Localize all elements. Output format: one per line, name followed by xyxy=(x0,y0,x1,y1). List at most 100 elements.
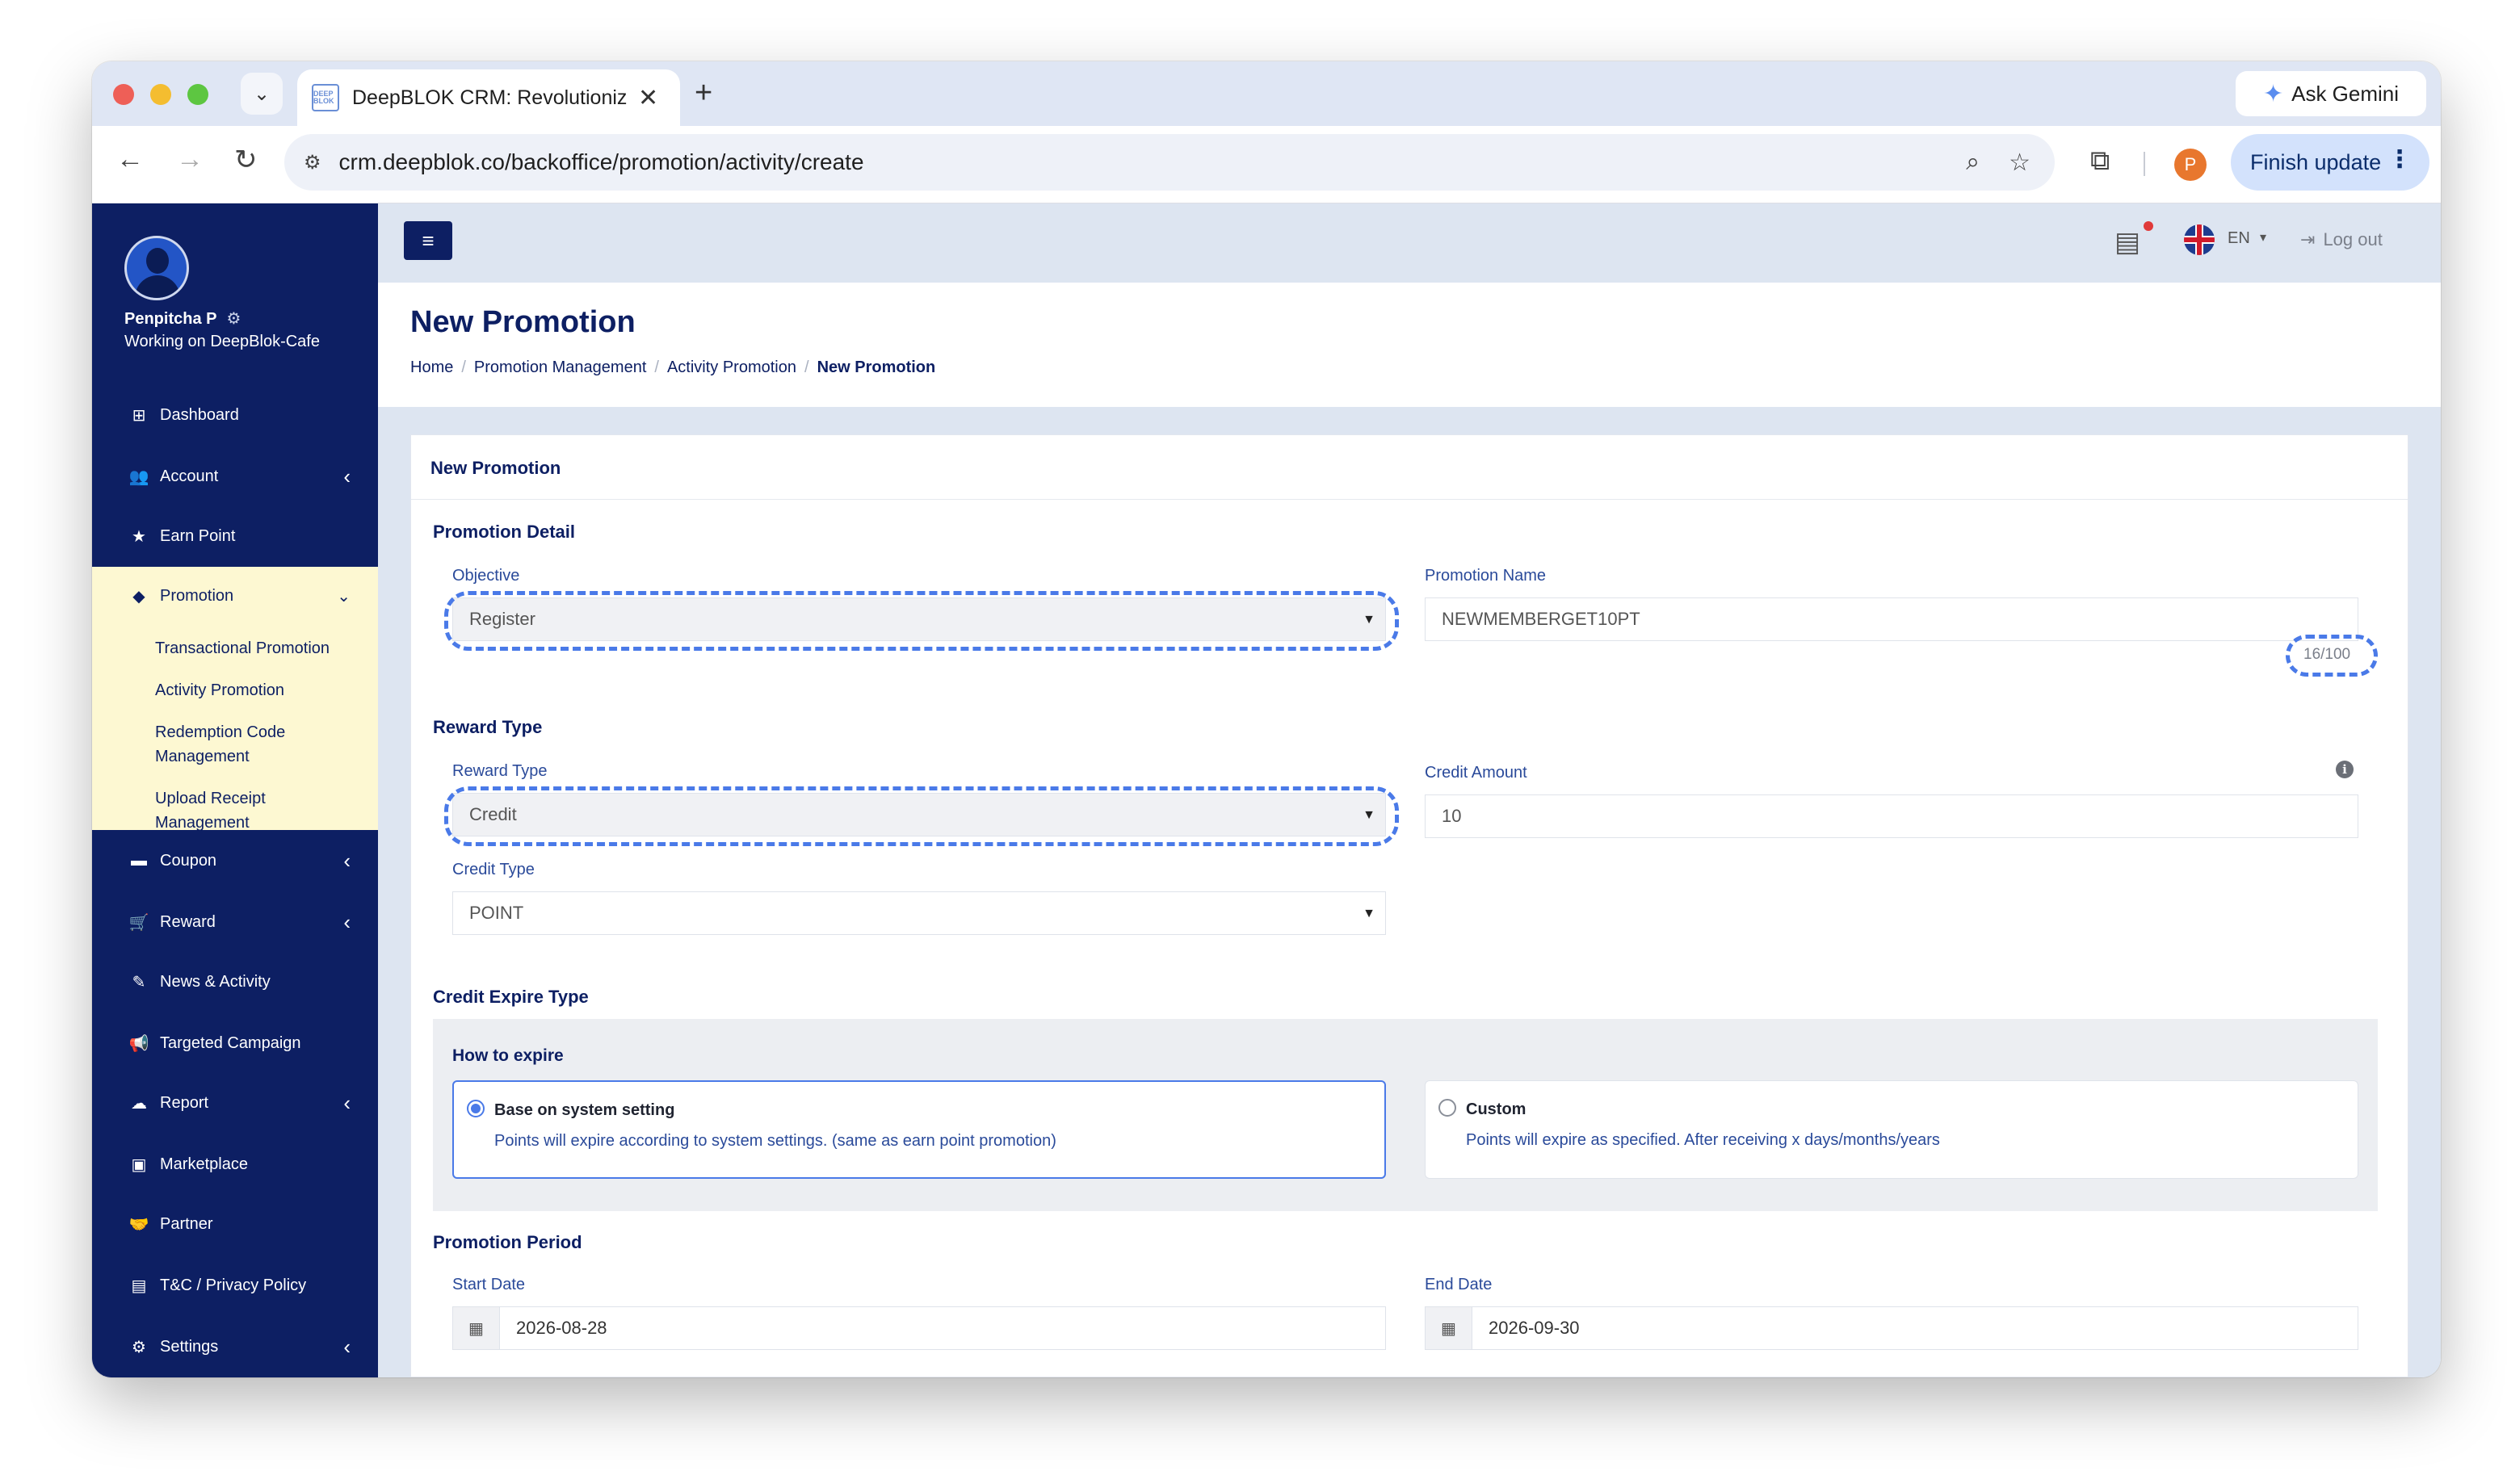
language-selector[interactable]: EN xyxy=(2228,229,2250,248)
calendar-icon[interactable]: ▦ xyxy=(453,1307,500,1349)
sidebar-item-dashboard[interactable]: ⊞ Dashboard xyxy=(92,386,378,444)
sidebar-item-marketplace[interactable]: ▣ Marketplace xyxy=(92,1135,378,1193)
sidebar-subitem-upload-receipt[interactable]: Upload Receipt Management xyxy=(155,786,357,835)
extensions-icon[interactable]: ⧉ xyxy=(2090,145,2110,177)
end-date-input[interactable]: ▦ 2026-09-30 xyxy=(1425,1306,2358,1350)
breadcrumb-activity-promotion[interactable]: Activity Promotion xyxy=(667,358,796,377)
start-date-input[interactable]: ▦ 2026-08-28 xyxy=(452,1306,1386,1350)
sidebar-item-coupon[interactable]: ▬ Coupon ‹ xyxy=(92,832,378,890)
credit-amount-input[interactable]: 10 xyxy=(1425,794,2358,838)
sidebar-item-label: Partner xyxy=(160,1214,213,1233)
reload-icon[interactable]: ↻ xyxy=(234,144,258,176)
url-text[interactable]: crm.deepblok.co/backoffice/promotion/act… xyxy=(339,149,864,175)
hamburger-icon: ≡ xyxy=(422,228,435,253)
how-to-expire-label: How to expire xyxy=(452,1046,564,1065)
start-date-label: Start Date xyxy=(452,1276,526,1293)
calendar-icon[interactable]: ▦ xyxy=(1426,1307,1472,1349)
breadcrumb-separator: / xyxy=(804,358,809,376)
credit-type-select[interactable]: POINT ▼ xyxy=(452,891,1386,935)
avatar-head-shape xyxy=(146,248,169,274)
file-icon: ▤ xyxy=(131,1276,147,1295)
bookmark-star-icon[interactable]: ☆ xyxy=(2009,149,2030,177)
promotion-name-value: NEWMEMBERGET10PT xyxy=(1442,609,1640,629)
news-icon[interactable]: ▤ xyxy=(2114,226,2140,258)
dashboard-icon: ⊞ xyxy=(132,406,146,425)
info-icon[interactable]: i xyxy=(2336,761,2354,778)
sidebar-item-label: Marketplace xyxy=(160,1155,248,1173)
zoom-icon[interactable]: ⌕ xyxy=(1966,149,1980,177)
address-bar[interactable]: ⚙ crm.deepblok.co/backoffice/promotion/a… xyxy=(284,134,2055,191)
site-settings-icon[interactable]: ⚙ xyxy=(304,151,321,174)
sidebar-subitem-transactional-promotion[interactable]: Transactional Promotion xyxy=(155,636,357,660)
ask-gemini-button[interactable]: ✦ Ask Gemini xyxy=(2236,71,2426,116)
sidebar-item-partner[interactable]: 🤝 Partner xyxy=(92,1195,378,1253)
credit-amount-label: Credit Amount xyxy=(1425,764,1527,782)
breadcrumb-separator: / xyxy=(461,358,466,376)
sidebar-item-label: News & Activity xyxy=(160,972,271,991)
tab-close-icon[interactable]: ✕ xyxy=(638,84,658,112)
objective-label: Objective xyxy=(452,567,520,585)
page-header: New Promotion Home / Promotion Managemen… xyxy=(378,283,2441,407)
megaphone-icon: 📢 xyxy=(128,1034,149,1053)
promotion-name-input[interactable]: NEWMEMBERGET10PT xyxy=(1425,597,2358,641)
sidebar-item-settings[interactable]: ⚙ Settings ‹ xyxy=(92,1318,378,1376)
user-avatar[interactable] xyxy=(124,236,189,300)
breadcrumb: Home / Promotion Management / Activity P… xyxy=(410,358,935,377)
menu-toggle-button[interactable]: ≡ xyxy=(404,221,452,260)
back-arrow-icon[interactable]: ← xyxy=(116,144,144,175)
forward-arrow-icon[interactable]: → xyxy=(176,144,204,175)
section-promotion-period: Promotion Period xyxy=(433,1232,582,1252)
notification-dot xyxy=(2144,221,2153,231)
start-date-value: 2026-08-28 xyxy=(516,1318,607,1338)
option-custom-desc: Points will expire as specified. After r… xyxy=(1466,1131,1940,1149)
breadcrumb-separator: / xyxy=(654,358,659,376)
logout-button[interactable]: ⇥ Log out xyxy=(2300,229,2383,250)
sidebar-item-account[interactable]: 👥 Account ‹ xyxy=(92,447,378,505)
option-system-desc: Points will expire according to system s… xyxy=(494,1132,1056,1150)
minimize-window-button[interactable] xyxy=(150,84,171,105)
card-header: New Promotion xyxy=(411,435,2408,500)
sidebar-item-promotion[interactable]: ◆ Promotion ⌄ xyxy=(92,567,378,625)
sidebar-subitem-activity-promotion[interactable]: Activity Promotion xyxy=(155,678,357,702)
caret-down-icon[interactable]: ▾ xyxy=(2260,229,2266,245)
maximize-window-button[interactable] xyxy=(187,84,208,105)
breadcrumb-promotion-management[interactable]: Promotion Management xyxy=(474,358,646,377)
highlight-objective xyxy=(444,591,1399,651)
radio-custom[interactable] xyxy=(1438,1099,1456,1117)
sidebar-item-label: Coupon xyxy=(160,851,217,870)
uk-flag-icon[interactable] xyxy=(2184,224,2215,255)
star-icon: ★ xyxy=(132,527,146,546)
promotion-submenu: Transactional Promotion Activity Promoti… xyxy=(92,625,378,832)
sidebar-item-targeted-campaign[interactable]: 📢 Targeted Campaign xyxy=(92,1014,378,1072)
expire-option-system[interactable]: Base on system setting Points will expir… xyxy=(452,1080,1386,1179)
sidebar-item-label: Reward xyxy=(160,912,216,931)
cart-icon: 🛒 xyxy=(128,913,149,932)
tab-search-button[interactable]: ⌄ xyxy=(241,73,283,115)
close-window-button[interactable] xyxy=(113,84,134,105)
sidebar-item-reward[interactable]: 🛒 Reward ‹ xyxy=(92,893,378,951)
sidebar-item-tc-privacy[interactable]: ▤ T&C / Privacy Policy xyxy=(92,1256,378,1314)
tag-icon: ◆ xyxy=(132,587,145,606)
sidebar: Penpitcha P ⚙ Working on DeepBlok-Cafe ⊞ … xyxy=(92,203,378,1377)
new-tab-button[interactable]: + xyxy=(695,76,712,111)
sidebar-item-earn-point[interactable]: ★ Earn Point xyxy=(92,507,378,565)
flag-stripe xyxy=(2197,224,2202,255)
credit-type-value: POINT xyxy=(469,903,524,923)
breadcrumb-current: New Promotion xyxy=(817,358,936,376)
user-settings-icon[interactable]: ⚙ xyxy=(226,310,241,328)
sidebar-item-label: Settings xyxy=(160,1337,219,1356)
finish-update-button[interactable]: Finish update ⋮ xyxy=(2231,134,2429,191)
logout-icon: ⇥ xyxy=(2300,229,2316,249)
sidebar-item-label: Dashboard xyxy=(160,405,239,424)
breadcrumb-home[interactable]: Home xyxy=(410,358,453,377)
browser-tab[interactable]: DEEP BLOK DeepBLOK CRM: Revolutioniz ✕ xyxy=(297,69,680,126)
expire-option-custom[interactable]: Custom Points will expire as specified. … xyxy=(1425,1080,2358,1179)
chevron-left-icon: ‹ xyxy=(343,1334,351,1359)
profile-avatar[interactable]: P xyxy=(2174,149,2207,181)
sidebar-item-report[interactable]: ☁ Report ‹ xyxy=(92,1074,378,1132)
user-name-row: Penpitcha P ⚙ xyxy=(124,308,241,329)
radio-system-setting[interactable] xyxy=(467,1100,485,1117)
sidebar-item-news-activity[interactable]: ✎ News & Activity xyxy=(92,953,378,1011)
sidebar-subitem-redemption-code[interactable]: Redemption Code Management xyxy=(155,720,357,769)
finish-update-label: Finish update xyxy=(2250,149,2382,174)
